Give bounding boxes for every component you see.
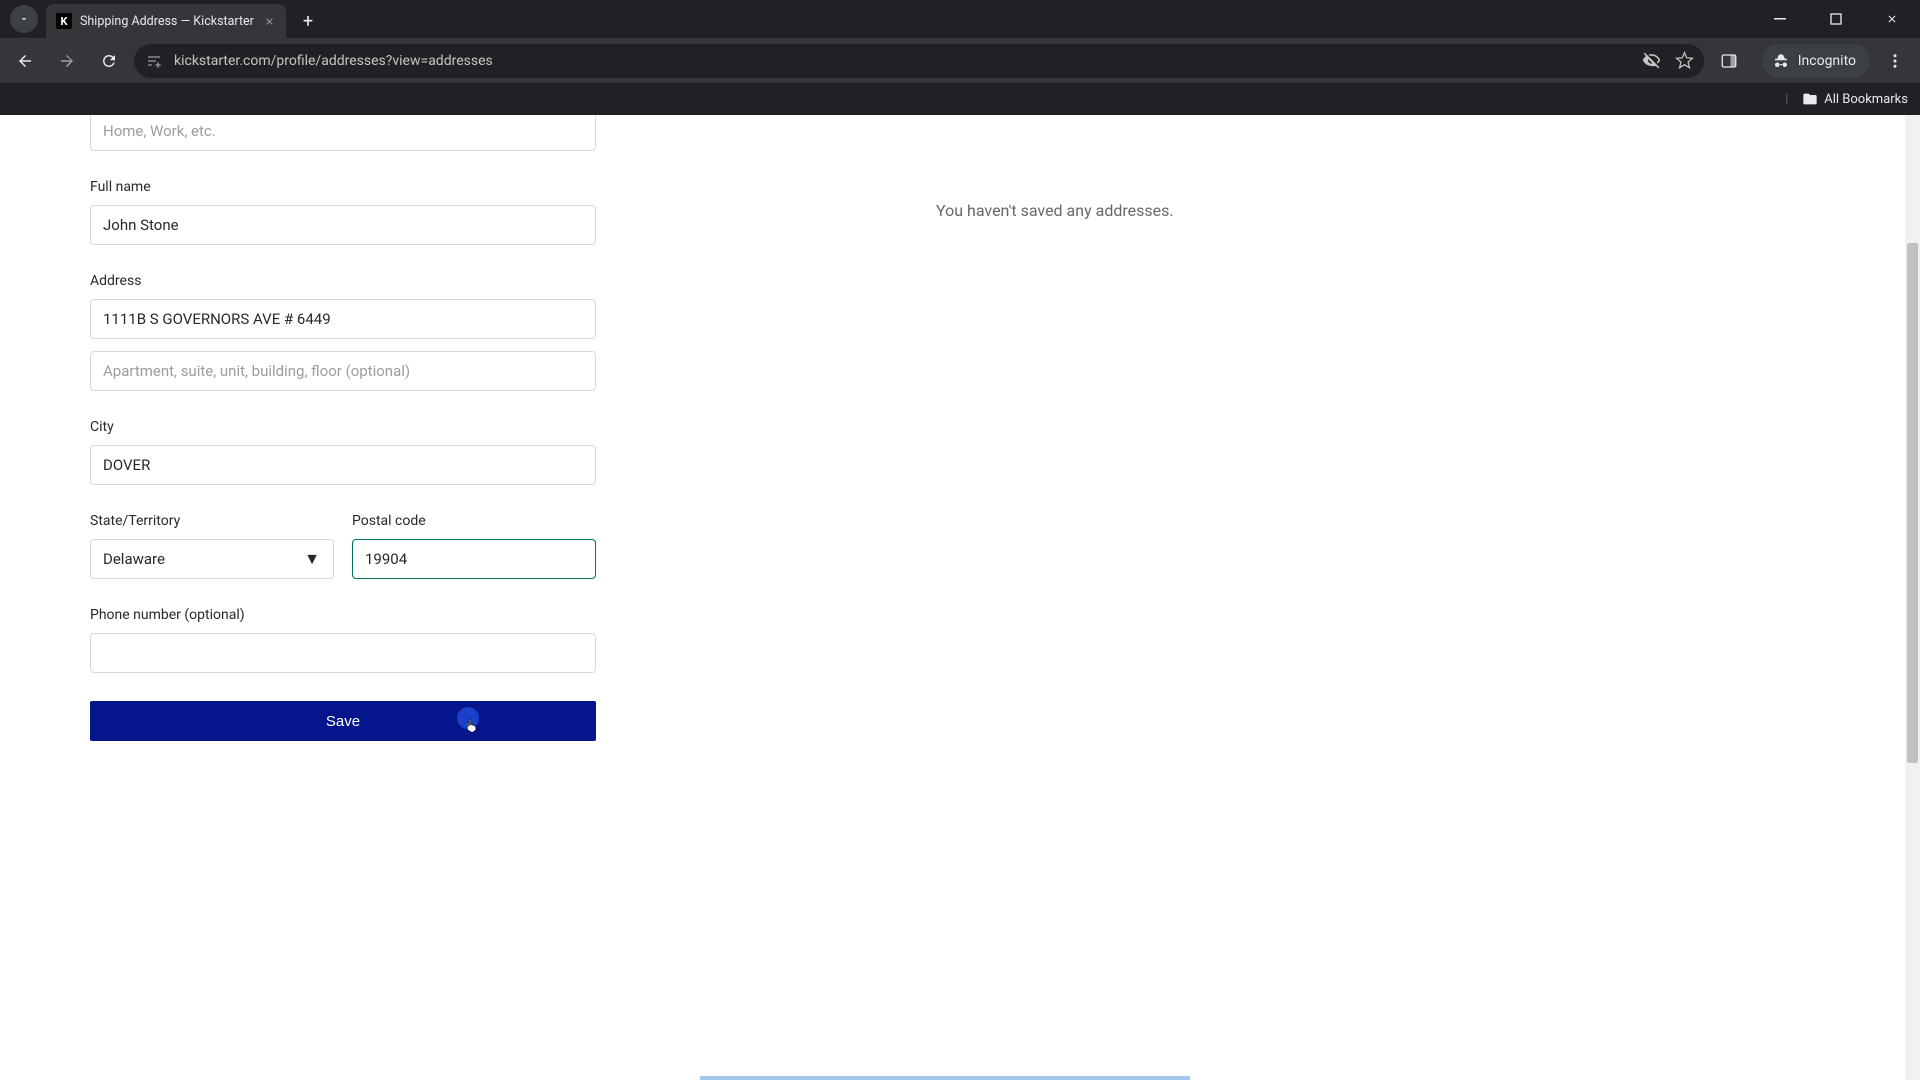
phone-label: Phone number (optional) xyxy=(90,607,596,623)
incognito-label: Incognito xyxy=(1798,53,1856,69)
folder-icon xyxy=(1802,91,1818,107)
fullname-input[interactable] xyxy=(90,205,596,245)
site-settings-icon[interactable] xyxy=(144,51,164,71)
omnibox-right-icons xyxy=(1642,51,1694,70)
postal-input[interactable] xyxy=(352,539,596,579)
window-minimize-button[interactable] xyxy=(1758,4,1802,34)
nav-back-button[interactable] xyxy=(8,44,42,78)
city-input[interactable] xyxy=(90,445,596,485)
tab-close-button[interactable] xyxy=(262,13,278,29)
footer-accent xyxy=(0,1076,1890,1080)
postal-label: Postal code xyxy=(352,513,596,529)
eye-off-icon[interactable] xyxy=(1642,51,1661,70)
all-bookmarks-label: All Bookmarks xyxy=(1824,92,1908,107)
nav-reload-button[interactable] xyxy=(92,44,126,78)
incognito-icon xyxy=(1772,52,1790,70)
city-label: City xyxy=(90,419,596,435)
side-panel-icon xyxy=(1720,52,1738,70)
address-form: Full name Address City State/Territory D… xyxy=(90,115,596,741)
fullname-label: Full name xyxy=(90,179,596,195)
close-icon xyxy=(264,16,275,27)
bookmarks-separator: | xyxy=(1785,92,1788,107)
address-line1-input[interactable] xyxy=(90,299,596,339)
scrollbar-track[interactable] xyxy=(1905,115,1920,1080)
nav-forward-button[interactable] xyxy=(50,44,84,78)
new-tab-button[interactable]: + xyxy=(294,7,322,35)
address-line2-input[interactable] xyxy=(90,351,596,391)
page-viewport: Full name Address City State/Territory D… xyxy=(0,115,1920,1080)
window-close-button[interactable] xyxy=(1870,4,1914,34)
no-addresses-message: You haven't saved any addresses. xyxy=(936,201,1174,220)
footer-accent-segment xyxy=(700,1076,1190,1080)
incognito-badge[interactable]: Incognito xyxy=(1762,44,1870,78)
save-button[interactable]: Save xyxy=(90,701,596,741)
address-bar[interactable]: kickstarter.com/profile/addresses?view=a… xyxy=(134,44,1704,78)
side-panel-button[interactable] xyxy=(1712,44,1746,78)
minimize-icon xyxy=(1774,13,1786,25)
state-label: State/Territory xyxy=(90,513,334,529)
chrome-menu-button[interactable] xyxy=(1878,44,1912,78)
reload-icon xyxy=(100,52,118,70)
tune-icon xyxy=(146,53,162,69)
page-content: Full name Address City State/Territory D… xyxy=(0,115,1905,1080)
scrollbar-thumb[interactable] xyxy=(1907,243,1918,763)
state-select[interactable]: Delaware xyxy=(90,539,334,579)
address-bar-row: kickstarter.com/profile/addresses?view=a… xyxy=(0,38,1920,83)
window-controls xyxy=(1758,0,1914,38)
dots-vertical-icon xyxy=(1886,52,1904,70)
browser-chrome: K Shipping Address — Kickstarter + xyxy=(0,0,1920,115)
close-icon xyxy=(1886,13,1898,25)
chevron-down-icon xyxy=(18,13,30,25)
tab-strip: K Shipping Address — Kickstarter + xyxy=(0,0,1920,38)
star-icon[interactable] xyxy=(1675,51,1694,70)
tab-title: Shipping Address — Kickstarter xyxy=(80,14,254,29)
phone-input[interactable] xyxy=(90,633,596,673)
maximize-icon xyxy=(1830,13,1842,25)
save-button-label: Save xyxy=(326,713,360,730)
url-text: kickstarter.com/profile/addresses?view=a… xyxy=(174,53,493,69)
address-label: Address xyxy=(90,273,596,289)
browser-tab[interactable]: K Shipping Address — Kickstarter xyxy=(46,4,286,38)
bookmarks-bar: | All Bookmarks xyxy=(0,83,1920,115)
tab-search-button[interactable] xyxy=(10,5,38,33)
window-maximize-button[interactable] xyxy=(1814,4,1858,34)
arrow-right-icon xyxy=(58,52,76,70)
nickname-input[interactable] xyxy=(90,115,596,151)
all-bookmarks-button[interactable]: All Bookmarks xyxy=(1802,91,1908,107)
kickstarter-favicon-icon: K xyxy=(56,13,72,29)
arrow-left-icon xyxy=(16,52,34,70)
